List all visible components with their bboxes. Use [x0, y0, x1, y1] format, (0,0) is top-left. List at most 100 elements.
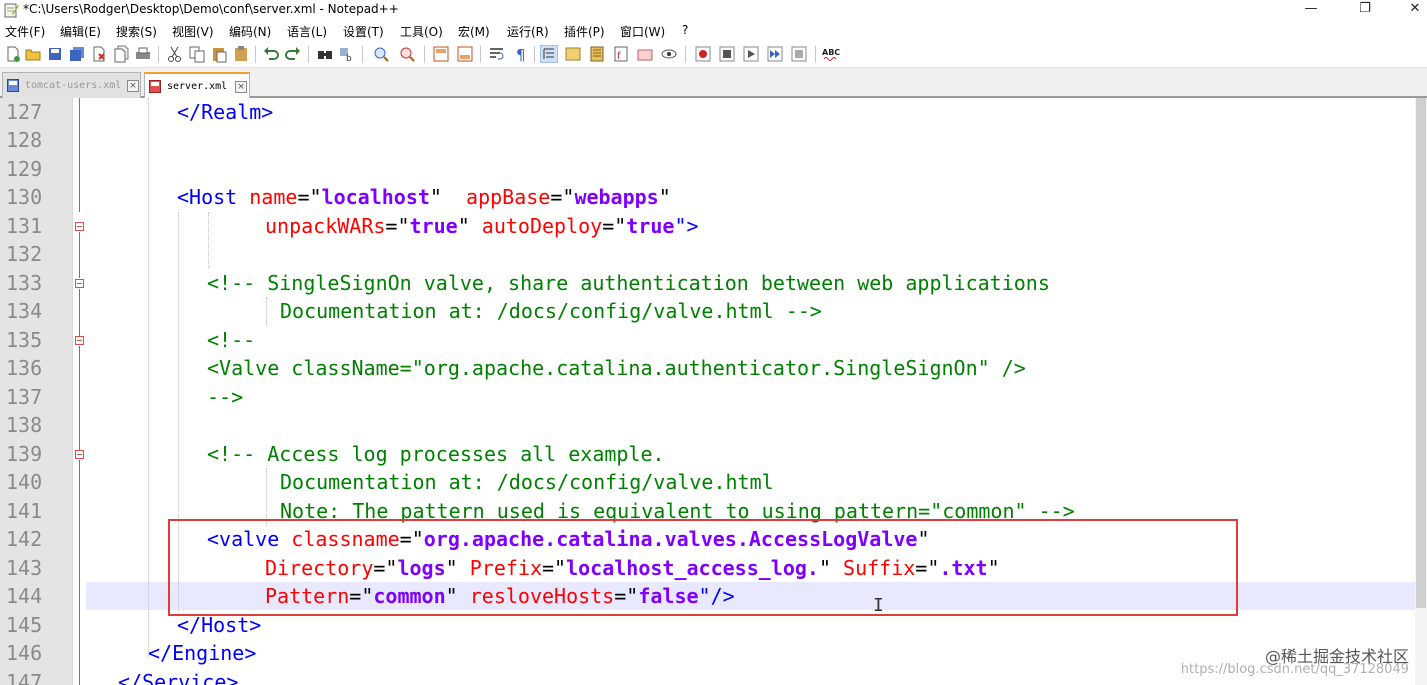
- menu-edit[interactable]: 编辑(E): [60, 23, 101, 40]
- xml-tag: <Host: [177, 185, 238, 209]
- xml-value: true: [409, 214, 458, 238]
- xml-value: webapps: [574, 185, 659, 209]
- folder-workspace-icon[interactable]: [636, 45, 654, 63]
- fold-toggle-icon[interactable]: [75, 222, 84, 231]
- code-line-133: <!-- SingleSignOn valve, share authentic…: [90, 269, 1050, 297]
- tab-bar: tomcat-users.xml × server.xml ×: [0, 68, 1427, 98]
- open-file-icon[interactable]: [24, 45, 42, 63]
- close-window-button[interactable]: ✕: [1392, 0, 1427, 20]
- xml-attr: autoDeploy: [481, 214, 603, 238]
- notepadplusplus-app-icon: [4, 3, 19, 18]
- undo-icon[interactable]: [262, 45, 280, 63]
- line-number: 146: [6, 641, 43, 665]
- toolbar-separator: [308, 46, 309, 63]
- vertical-scrollbar[interactable]: [1415, 98, 1427, 685]
- find-icon[interactable]: [316, 45, 334, 63]
- fold-toggle-icon[interactable]: [75, 450, 84, 459]
- fold-toggle-icon[interactable]: [75, 336, 84, 345]
- scrollbar-thumb[interactable]: [1416, 98, 1426, 608]
- stop-macro-icon[interactable]: [718, 45, 736, 63]
- monitoring-eye-icon[interactable]: [660, 45, 678, 63]
- line-number: 131: [6, 214, 43, 238]
- xml-eq: =": [602, 214, 627, 238]
- xml-attr: unpackWARs: [265, 214, 386, 238]
- fold-line: [79, 289, 80, 336]
- run-macro-multiple-icon[interactable]: [766, 45, 784, 63]
- code-line-139: <!-- Access log processes all example.: [90, 440, 665, 468]
- maximize-button[interactable]: ❐: [1342, 0, 1388, 20]
- document-map-icon[interactable]: [588, 45, 606, 63]
- toolbar-separator: [685, 46, 686, 63]
- line-number: 138: [6, 413, 43, 437]
- close-file-icon[interactable]: [90, 45, 108, 63]
- function-list-icon[interactable]: f: [612, 45, 630, 63]
- line-number: 132: [6, 242, 43, 266]
- code-line-136: <Valve className="org.apache.catalina.au…: [90, 354, 1026, 382]
- tab-server-xml[interactable]: server.xml ×: [144, 72, 250, 98]
- redo-icon[interactable]: [284, 45, 302, 63]
- menu-encoding[interactable]: 编码(N): [229, 23, 271, 40]
- replace-icon[interactable]: b: [338, 45, 356, 63]
- record-macro-icon[interactable]: [694, 45, 712, 63]
- menu-view[interactable]: 视图(V): [172, 23, 214, 40]
- menu-search[interactable]: 搜索(S): [116, 23, 157, 40]
- tab-tomcat-users-xml[interactable]: tomcat-users.xml ×: [2, 72, 141, 98]
- code-line-131: unpackWARs="true" autoDeploy="true">: [90, 212, 699, 240]
- close-all-icon[interactable]: [112, 45, 130, 63]
- indent-guide-icon[interactable]: [540, 45, 558, 63]
- fold-line: [79, 98, 80, 212]
- cut-icon[interactable]: [166, 45, 184, 63]
- code-editor[interactable]: 127 128 129 130 131 132 133 134 135 136 …: [0, 98, 1427, 685]
- menu-window[interactable]: 窗口(W): [620, 23, 665, 40]
- spell-check-icon[interactable]: ABC: [822, 45, 840, 63]
- tab-label: server.xml: [167, 81, 228, 92]
- toolbar-separator: [255, 46, 256, 63]
- xml-quote: ": [658, 185, 671, 209]
- line-number: 137: [6, 385, 43, 409]
- print-icon[interactable]: [134, 45, 152, 63]
- sync-horizontal-icon[interactable]: [456, 45, 474, 63]
- sync-vertical-icon[interactable]: [432, 45, 450, 63]
- menu-bar: 文件(F) 编辑(E) 搜索(S) 视图(V) 编码(N) 语言(L) 设置(T…: [0, 20, 1427, 41]
- toolbar: b ¶ f ABC: [0, 41, 1427, 68]
- paste-icon[interactable]: [210, 45, 228, 63]
- menu-tools[interactable]: 工具(O): [400, 23, 443, 40]
- menu-language[interactable]: 语言(L): [287, 23, 327, 40]
- xml-comment: Documentation at: /docs/config/valve.htm…: [280, 299, 822, 323]
- tab-close-icon[interactable]: ×: [235, 81, 247, 93]
- zoom-out-icon[interactable]: [398, 45, 416, 63]
- line-number: 147: [6, 670, 43, 685]
- menu-settings[interactable]: 设置(T): [343, 23, 384, 40]
- line-number-gutter: 127 128 129 130 131 132 133 134 135 136 …: [0, 98, 72, 685]
- menu-run[interactable]: 运行(R): [507, 23, 549, 40]
- menu-help[interactable]: ?: [682, 23, 688, 37]
- xml-tag: </Realm>: [177, 100, 274, 124]
- menu-plugins[interactable]: 插件(P): [564, 23, 605, 40]
- code-line-130: <Host name="localhost" appBase="webapps": [90, 183, 671, 211]
- clipboard-icon[interactable]: [232, 45, 250, 63]
- toolbar-separator: [534, 46, 535, 63]
- show-all-characters-icon[interactable]: ¶: [512, 45, 530, 63]
- zoom-in-icon[interactable]: [372, 45, 390, 63]
- tab-close-icon[interactable]: ×: [127, 80, 139, 92]
- play-macro-icon[interactable]: [742, 45, 760, 63]
- xml-tag: </Engine>: [148, 641, 257, 665]
- save-icon[interactable]: [46, 45, 64, 63]
- line-number: 140: [6, 470, 43, 494]
- watermark-url: https://blog.csdn.net/qq_37128049: [1180, 662, 1409, 677]
- fold-toggle-icon[interactable]: [75, 279, 84, 288]
- minimize-button[interactable]: —: [1288, 0, 1334, 20]
- code-line-135: <!--: [90, 326, 255, 354]
- new-file-icon[interactable]: [4, 45, 22, 63]
- xml-comment: Documentation at: /docs/config/valve.htm…: [280, 470, 774, 494]
- fold-line: [79, 232, 80, 278]
- copy-icon[interactable]: [188, 45, 206, 63]
- menu-file[interactable]: 文件(F): [5, 23, 45, 40]
- xml-tag: </Service>: [118, 670, 239, 685]
- menu-macro[interactable]: 宏(M): [458, 23, 490, 40]
- save-macro-icon[interactable]: [790, 45, 808, 63]
- save-all-icon[interactable]: [68, 45, 86, 63]
- user-language-icon[interactable]: [564, 45, 582, 63]
- line-number: 135: [6, 328, 43, 352]
- word-wrap-icon[interactable]: [488, 45, 506, 63]
